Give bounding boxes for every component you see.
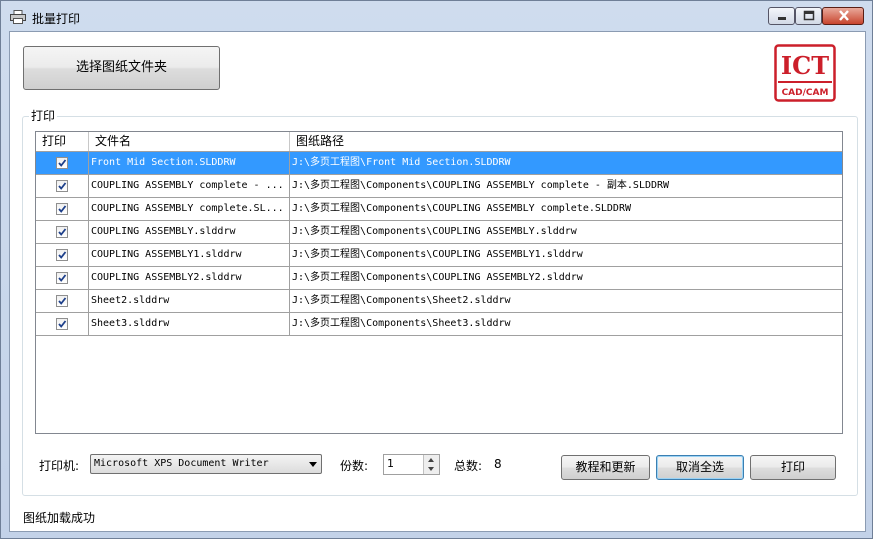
printer-value: Microsoft XPS Document Writer (94, 458, 269, 469)
grid-rows: Front Mid Section.SLDDRW J:\多页工程图\Front M… (36, 152, 842, 336)
print-group-label: 打印 (29, 107, 58, 124)
checkmark-icon (58, 274, 67, 282)
path-cell: J:\多页工程图\Components\COUPLING ASSEMBLY co… (292, 180, 670, 191)
printer-select[interactable]: Microsoft XPS Document Writer (90, 454, 322, 474)
print-checkbox[interactable] (56, 180, 68, 192)
path-cell: J:\多页工程图\Components\COUPLING ASSEMBLY2.s… (292, 272, 583, 283)
checkmark-icon (58, 159, 67, 167)
table-row[interactable]: COUPLING ASSEMBLY1.slddrw J:\多页工程图\Compon… (36, 244, 842, 267)
table-row[interactable]: COUPLING ASSEMBLY complete.SL... J:\多页工程图… (36, 198, 842, 221)
stepper-up-icon[interactable] (428, 458, 434, 462)
printer-icon (10, 10, 26, 24)
checkmark-icon (58, 320, 67, 328)
checkmark-icon (58, 297, 67, 305)
print-cell (36, 175, 89, 197)
checkmark-icon (58, 228, 67, 236)
copies-stepper[interactable]: 1 (383, 454, 440, 475)
stepper-buttons (423, 455, 439, 474)
print-checkbox[interactable] (56, 249, 68, 261)
tutorial-update-button[interactable]: 教程和更新 (561, 455, 650, 480)
print-checkbox[interactable] (56, 272, 68, 284)
print-checkbox[interactable] (56, 295, 68, 307)
path-cell: J:\多页工程图\Front Mid Section.SLDDRW (292, 157, 511, 168)
filename-cell: COUPLING ASSEMBLY2.slddrw (89, 267, 290, 289)
checkmark-icon (58, 205, 67, 213)
close-icon (839, 10, 849, 21)
app-window: 批量打印 选择图纸文件夹 ICT CAD/CAM 打印 打印 文件名 图纸路径 … (0, 0, 873, 539)
grid-header: 打印 文件名 图纸路径 (36, 132, 842, 152)
print-checkbox[interactable] (56, 157, 68, 169)
path-cell: J:\多页工程图\Components\Sheet2.slddrw (292, 295, 511, 306)
column-header-path[interactable]: 图纸路径 (290, 132, 842, 151)
filename-cell: COUPLING ASSEMBLY1.slddrw (89, 244, 290, 266)
table-row[interactable]: COUPLING ASSEMBLY2.slddrw J:\多页工程图\Compon… (36, 267, 842, 290)
checkmark-icon (58, 251, 67, 259)
filename-cell: Sheet3.slddrw (89, 313, 290, 335)
filename-cell: COUPLING ASSEMBLY complete - ... (89, 175, 290, 197)
maximize-icon (803, 10, 815, 21)
print-cell (36, 290, 89, 312)
filename-cell: Sheet2.slddrw (89, 290, 290, 312)
copies-value[interactable]: 1 (387, 457, 394, 470)
logo-text: ICT (781, 51, 829, 80)
logo-subtext: CAD/CAM (782, 88, 829, 98)
print-checkbox[interactable] (56, 203, 68, 215)
table-row[interactable]: COUPLING ASSEMBLY complete - ... J:\多页工程图… (36, 175, 842, 198)
print-cell (36, 267, 89, 289)
total-value: 8 (494, 457, 502, 471)
printer-label: 打印机: (39, 459, 80, 473)
filename-cell: Front Mid Section.SLDDRW (89, 152, 290, 174)
filename-cell: COUPLING ASSEMBLY.slddrw (89, 221, 290, 243)
minimize-button[interactable] (768, 7, 795, 25)
column-header-print[interactable]: 打印 (36, 132, 89, 151)
title-bar: 批量打印 (1, 1, 872, 31)
path-cell: J:\多页工程图\Components\Sheet3.slddrw (292, 318, 511, 329)
deselect-all-button[interactable]: 取消全选 (656, 455, 744, 480)
minimize-icon (778, 17, 786, 20)
print-cell (36, 198, 89, 220)
checkmark-icon (58, 182, 67, 190)
chevron-down-icon (309, 462, 317, 467)
ict-logo: ICT CAD/CAM (774, 44, 836, 102)
status-text: 图纸加载成功 (23, 511, 96, 525)
stepper-down-icon[interactable] (428, 467, 434, 471)
print-checkbox[interactable] (56, 226, 68, 238)
table-row[interactable]: Front Mid Section.SLDDRW J:\多页工程图\Front M… (36, 152, 842, 175)
path-cell: J:\多页工程图\Components\COUPLING ASSEMBLY co… (292, 203, 631, 214)
print-cell (36, 244, 89, 266)
select-folder-button[interactable]: 选择图纸文件夹 (23, 46, 220, 90)
close-button[interactable] (822, 7, 864, 25)
table-row[interactable]: COUPLING ASSEMBLY.slddrw J:\多页工程图\Compone… (36, 221, 842, 244)
client-area: 选择图纸文件夹 ICT CAD/CAM 打印 打印 文件名 图纸路径 Front… (9, 31, 866, 532)
file-grid[interactable]: 打印 文件名 图纸路径 Front Mid Section.SLDDRW J:\多… (35, 131, 843, 434)
print-checkbox[interactable] (56, 318, 68, 330)
table-row[interactable]: Sheet2.slddrw J:\多页工程图\Components\Sheet2.… (36, 290, 842, 313)
print-button[interactable]: 打印 (750, 455, 836, 480)
path-cell: J:\多页工程图\Components\COUPLING ASSEMBLY.sl… (292, 226, 577, 237)
print-cell (36, 313, 89, 335)
print-cell (36, 221, 89, 243)
path-cell: J:\多页工程图\Components\COUPLING ASSEMBLY1.s… (292, 249, 583, 260)
maximize-button[interactable] (795, 7, 822, 25)
column-header-filename[interactable]: 文件名 (89, 132, 290, 151)
copies-label: 份数: (340, 459, 369, 473)
total-label: 总数: (454, 459, 483, 473)
print-cell (36, 152, 89, 174)
window-title: 批量打印 (32, 12, 81, 26)
table-row[interactable]: Sheet3.slddrw J:\多页工程图\Components\Sheet3.… (36, 313, 842, 336)
filename-cell: COUPLING ASSEMBLY complete.SL... (89, 198, 290, 220)
